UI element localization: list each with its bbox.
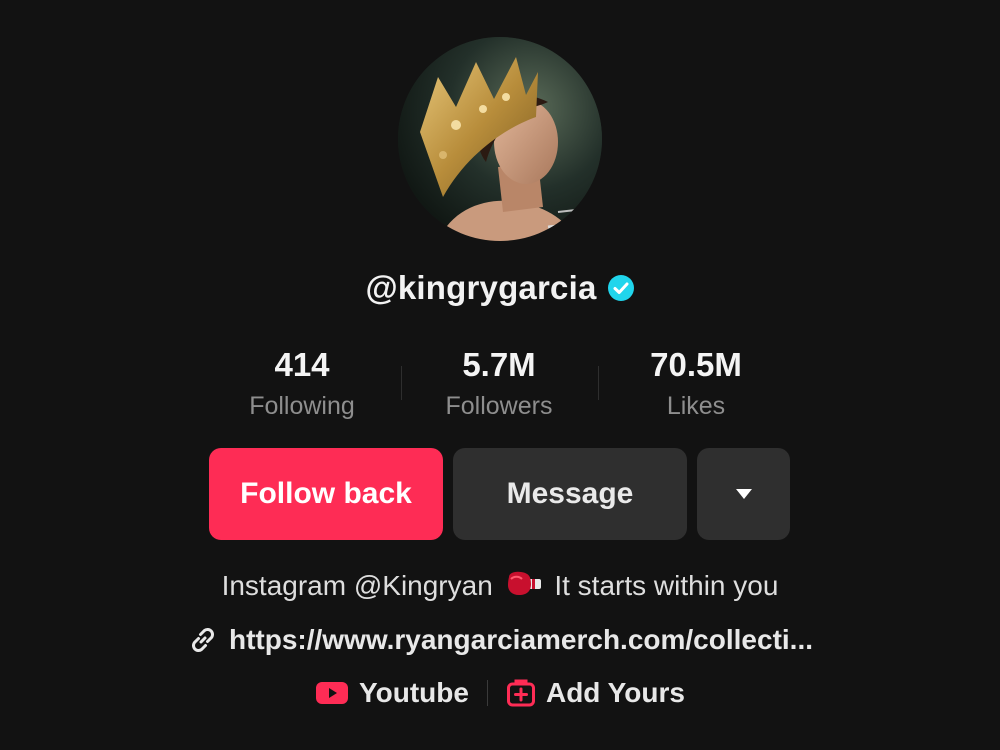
youtube-label: Youtube [359, 677, 469, 708]
stat-following-label: Following [249, 392, 355, 420]
stat-likes[interactable]: 70.5M Likes [596, 344, 796, 426]
avatar-image [398, 37, 602, 241]
add-yours-label: Add Yours [545, 677, 685, 708]
stat-following[interactable]: 414 Following [202, 344, 402, 426]
message-button[interactable]: Message [453, 448, 687, 540]
profile-page: @kingrygarcia 414 Following 5.7M Followe… [0, 0, 1000, 750]
boxing-glove-icon [505, 568, 543, 608]
profile-extras: Youtube Add Yours [0, 672, 1000, 714]
stat-likes-label: Likes [666, 392, 726, 420]
avatar[interactable] [398, 37, 602, 241]
bio-link[interactable]: https://www.ryangarciamerch.com/collecti… [0, 620, 1000, 660]
stat-followers-label: Followers [445, 392, 553, 420]
bio-text-after: It starts within you [554, 570, 779, 601]
more-options-button[interactable] [697, 448, 790, 540]
bio-link-text[interactable]: https://www.ryangarciamerch.com/collecti… [229, 624, 813, 656]
stat-following-value: 414 [274, 346, 330, 383]
username: @kingrygarcia [365, 269, 597, 306]
stat-likes-value: 70.5M [650, 346, 742, 383]
add-yours-icon [506, 679, 535, 707]
stat-followers-value: 5.7M [462, 346, 536, 383]
bio-text-before: Instagram @Kingryan [221, 570, 493, 601]
extras-divider [486, 680, 488, 706]
link-icon [192, 628, 214, 652]
bio: Instagram @Kingryan It starts within you [0, 566, 1000, 608]
verified-badge-icon [607, 274, 635, 302]
username-row: @kingrygarcia [0, 266, 1000, 310]
add-yours-link[interactable]: Add Yours [506, 677, 685, 709]
youtube-icon [316, 682, 349, 704]
youtube-link[interactable]: Youtube [315, 677, 469, 709]
profile-stats: 414 Following 5.7M Followers 70.5M Likes [0, 344, 1000, 424]
caret-down-icon [735, 489, 752, 499]
stat-followers[interactable]: 5.7M Followers [399, 344, 599, 426]
follow-back-button[interactable]: Follow back [209, 448, 443, 540]
